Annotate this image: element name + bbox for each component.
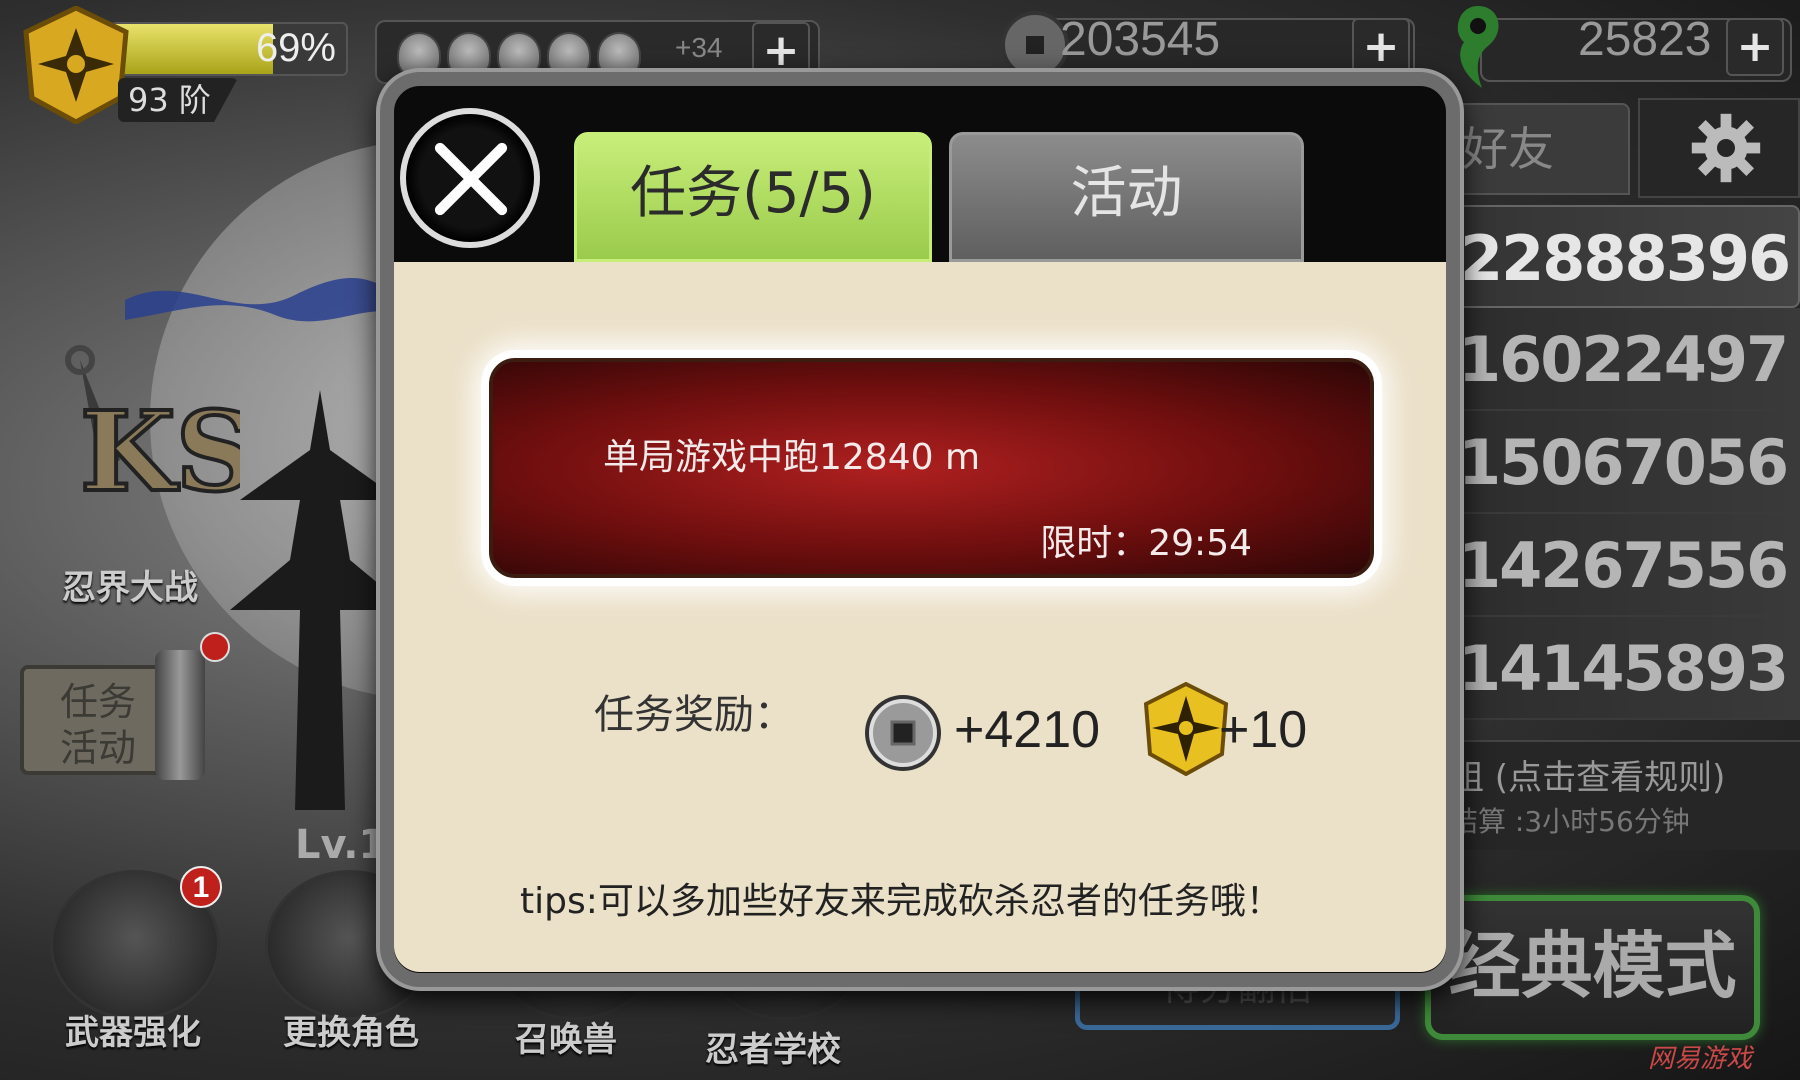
summon-label[interactable]: 召唤兽 [515, 1012, 617, 1061]
exp-progress-bar: 69% [110, 22, 348, 76]
reward-coin-amount: +4210 [954, 701, 1101, 759]
task-event-button[interactable]: 任务 活动 [20, 665, 170, 775]
gear-icon [1691, 113, 1761, 183]
ninja-war-label[interactable]: 忍界大战 [62, 560, 198, 609]
leaderboard-row[interactable]: 15067056 [1440, 411, 1800, 514]
task-event-label: 任务 活动 [60, 679, 150, 771]
scroll-icon [155, 650, 205, 780]
settlement-countdown: 结算 :3小时56分钟 [1450, 805, 1690, 838]
leaderboard-row[interactable]: 14145893 [1440, 617, 1800, 720]
settings-button[interactable] [1638, 98, 1800, 198]
tab-task[interactable]: 任务(5/5) [574, 132, 932, 262]
change-character-label[interactable]: 更换角色 [283, 1005, 419, 1054]
task-label: 任务 [60, 680, 137, 724]
blue-ribbon-decoration [125, 278, 405, 322]
classic-mode-button[interactable]: 经典模式 [1425, 895, 1760, 1040]
exp-progress-fill [112, 24, 274, 74]
quest-description: 单局游戏中跑12840 m [603, 437, 981, 478]
stamina-extra: +34 [675, 32, 723, 63]
task-dialog: 任务(5/5) 活动 单局游戏中跑12840 m 限时：29:54 任务奖励： … [380, 72, 1460, 987]
leaderboard-row[interactable]: 22888396 [1440, 205, 1800, 308]
weapon-badge: 1 [180, 866, 222, 908]
leaderboard-row[interactable]: 14267556 [1440, 514, 1800, 617]
rank-star-icon [1143, 682, 1229, 776]
tab-event[interactable]: 活动 [949, 132, 1304, 262]
ninja-school-label[interactable]: 忍者学校 [705, 1022, 841, 1071]
close-icon [434, 142, 508, 216]
close-button[interactable] [400, 108, 540, 248]
notification-dot [200, 632, 230, 662]
task-panel: 单局游戏中跑12840 m 限时：29:54 任务奖励： +4210 +10 t… [394, 262, 1446, 972]
add-gems-button[interactable]: + [1726, 18, 1784, 76]
rules-link[interactable]: 组 (点击查看规则) [1450, 750, 1725, 799]
svg-text:KS: KS [80, 387, 240, 516]
ninja-war-emblem-icon: KS [65, 345, 240, 518]
coin-total: 203545 [1060, 13, 1221, 66]
netease-watermark: 网易游戏 [1648, 1044, 1753, 1074]
leaderboard-scores: 22888396 16022497 15067056 14267556 1414… [1440, 205, 1800, 720]
leaderboard-row[interactable]: 16022497 [1440, 308, 1800, 411]
magatama-gem-icon [1457, 6, 1499, 88]
friends-tab[interactable]: 好友 [1440, 103, 1630, 195]
rules-panel[interactable]: 组 (点击查看规则) 结算 :3小时56分钟 [1440, 740, 1800, 850]
quest-time-limit: 限时：29:54 [1040, 523, 1252, 564]
rank-label: 93 阶 [118, 78, 238, 122]
exp-percent: 69% [255, 26, 336, 70]
reward-label: 任务奖励： [594, 692, 794, 738]
gem-total: 25823 [1578, 13, 1712, 66]
rank-shield-icon [23, 6, 129, 124]
add-coins-button[interactable]: + [1352, 18, 1410, 76]
reward-star-amount: +10 [1219, 701, 1308, 759]
coin-icon [865, 695, 941, 771]
quest-card: 单局游戏中跑12840 m 限时：29:54 [489, 358, 1374, 578]
weapon-upgrade-label[interactable]: 武器强化 [65, 1005, 201, 1054]
event-label: 活动 [60, 726, 137, 770]
tips-text: tips:可以多加些好友来完成砍杀忍者的任务哦！ [520, 881, 1282, 922]
